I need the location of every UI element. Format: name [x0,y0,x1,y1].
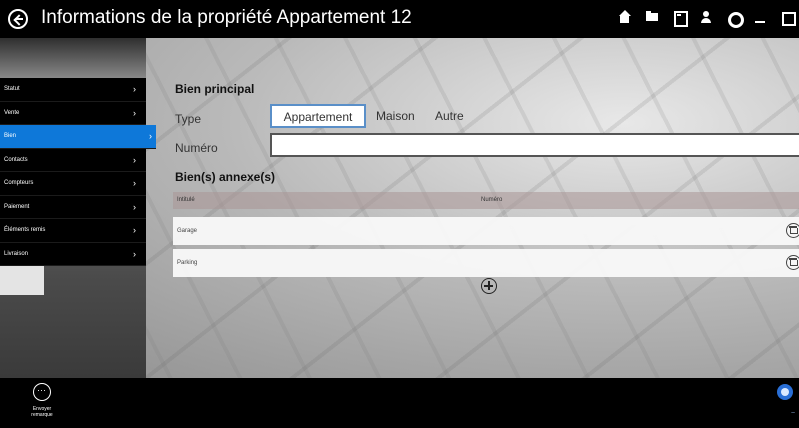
row-intitule: Parking [177,260,198,266]
row-intitule: Garage [177,228,198,234]
table-row[interactable]: Garage [173,217,799,245]
sidebar-item-label: Bien [4,133,17,139]
sidebar-item-label: Paiement [4,203,30,210]
sidebar-item-compteurs[interactable]: Compteurs › [0,172,146,196]
type-option-autre[interactable]: Autre [435,105,464,129]
brand-logo: ~ [790,410,795,417]
titlebar-icons [619,10,796,28]
chevron-right-icon: › [149,131,152,141]
sidebar: Statut › Vente › Bien › Contacts › Compt… [0,78,156,266]
add-annexe-icon[interactable] [481,278,497,294]
sidebar-item-bien[interactable]: Bien › [0,125,156,149]
home-icon[interactable] [619,10,631,24]
back-arrow-icon[interactable] [8,9,28,29]
send-remark-label: Envoyer remarque [31,406,53,418]
chevron-right-icon: › [133,225,136,235]
minimize-icon[interactable] [754,10,766,24]
folder-icon[interactable] [646,10,658,24]
sidebar-item-paiement[interactable]: Paiement › [0,195,146,219]
type-option-appartement[interactable]: Appartement [270,104,366,128]
sidebar-item-label: Statut [4,86,20,92]
sidebar-item-statut[interactable]: Statut › [0,78,146,102]
annexes-table-header: Intitulé Numéro [173,192,799,209]
sidebar-item-label: Vente [4,109,20,116]
chevron-right-icon: › [133,154,136,165]
sidebar-item-livraison[interactable]: Livraison › [0,242,146,266]
title-bar: Informations de la propriété Appartement… [0,0,799,38]
sidebar-item-elements-remis[interactable]: Éléments remis › [0,219,146,243]
type-option-maison[interactable]: Maison [376,105,415,129]
numero-input[interactable] [270,133,799,157]
column-header-intitule: Intitulé [177,197,195,203]
chevron-right-icon: › [133,248,136,259]
sidebar-item-contacts[interactable]: Contacts › [0,148,146,172]
sidebar-item-label: Contacts [4,156,28,163]
maximize-icon[interactable] [781,10,796,26]
column-header-numero: Numéro [481,197,503,203]
sidebar-item-vente[interactable]: Vente › [0,101,146,125]
type-label: Type [175,112,202,126]
biens-annexes-title: Bien(s) annexe(s) [175,170,276,184]
numero-label: Numéro [175,141,218,155]
gear-icon[interactable] [727,10,744,28]
chevron-right-icon: › [133,84,136,94]
window-title: Informations de la propriété Appartement… [41,7,412,28]
table-row[interactable]: Parking [173,249,799,277]
chevron-right-icon: › [133,107,136,118]
delete-icon[interactable] [786,223,799,238]
more-icon [33,383,51,401]
sidebar-item-label: Compteurs [4,180,34,186]
bottom-app-bar: Envoyer remarque ~ [0,378,799,428]
delete-icon[interactable] [786,255,799,270]
send-remark-button[interactable]: Envoyer remarque [28,382,68,426]
calculator-icon[interactable] [673,10,688,27]
sidebar-item-label: Livraison [4,250,29,257]
chevron-right-icon: › [133,201,136,212]
main-area: Statut › Vente › Bien › Contacts › Compt… [0,38,799,378]
app-logo-icon [777,384,793,400]
user-icon[interactable] [700,10,712,24]
bien-principal-title: Bien principal [175,82,255,96]
chevron-right-icon: › [133,178,136,188]
sidebar-item-label: Éléments remis [4,227,46,233]
